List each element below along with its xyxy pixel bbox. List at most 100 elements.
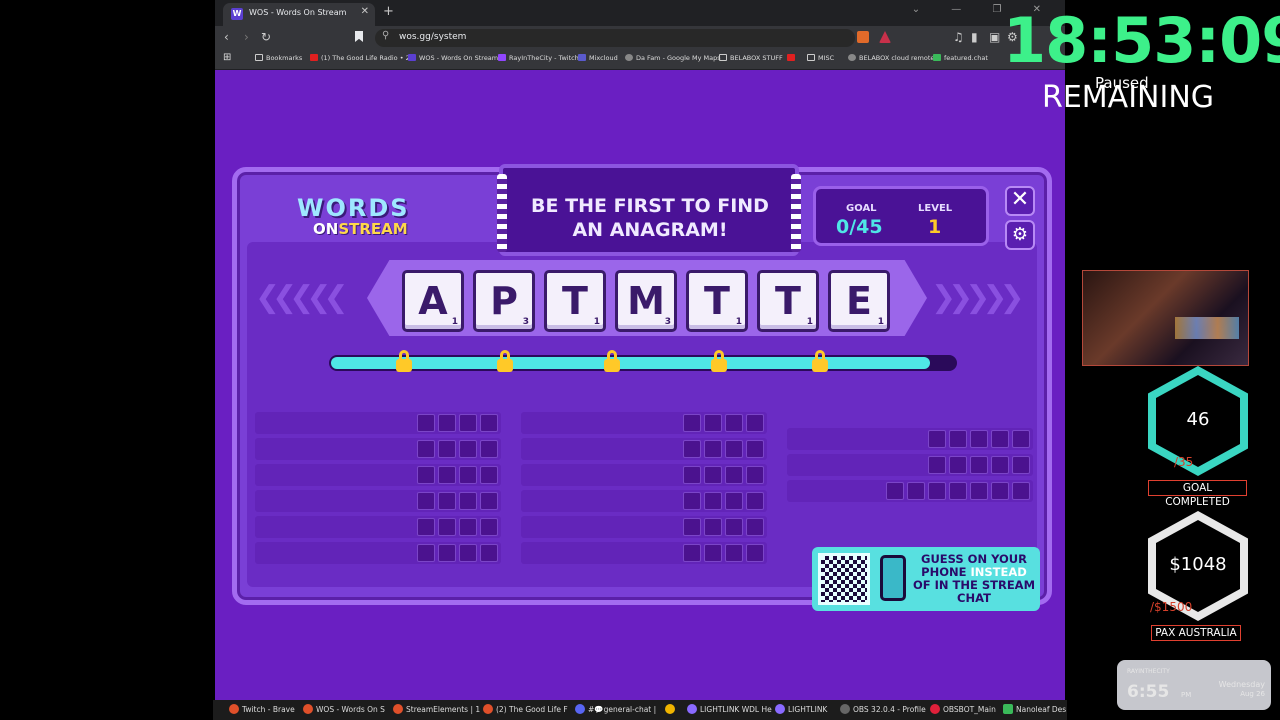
letter-box (480, 440, 498, 458)
letter-box (746, 466, 764, 484)
site-settings-icon[interactable]: ⚲ (382, 30, 400, 52)
letter-box (459, 518, 477, 536)
sub-goal-widget: 46 /35 (1148, 366, 1248, 476)
letter-box (1012, 430, 1030, 448)
wallet-icon[interactable]: ▣ (989, 30, 1000, 44)
tile-score: 3 (664, 317, 671, 327)
letter-box (704, 440, 722, 458)
taskbar-item[interactable]: Nanoleaf Des (1003, 704, 1066, 714)
bookmark-item[interactable]: featured.chat (933, 54, 988, 62)
word-slot (255, 438, 501, 460)
taskbar-item[interactable]: OBS 32.0.4 - Profile (840, 704, 926, 714)
letter-box (683, 466, 701, 484)
taskbar: Twitch - Brave WOS - Words On S StreamEl… (213, 700, 1067, 720)
letter-box (480, 492, 498, 510)
letter-box (949, 482, 967, 500)
letter-box (417, 414, 435, 432)
word-slot (521, 516, 767, 538)
letter-tile: M3 (615, 270, 677, 332)
taskbar-item[interactable]: #💬general-chat | (575, 704, 656, 714)
letter-box (704, 466, 722, 484)
level-progress-bar (329, 355, 957, 371)
webcam-feed (1082, 270, 1249, 366)
taskbar-item[interactable]: StreamElements | 1 (393, 704, 480, 714)
letter-box (683, 518, 701, 536)
chrome-icon[interactable] (665, 704, 678, 714)
bookmark-item[interactable]: Mixcloud (578, 54, 618, 62)
bookmark-item[interactable]: Da Fam - Google My Maps (625, 54, 721, 62)
word-slot (787, 480, 1033, 502)
word-slot (521, 490, 767, 512)
clock-time: 6:55 (1127, 682, 1170, 702)
taskbar-item[interactable]: WOS - Words On S (303, 704, 385, 714)
tab-close-icon[interactable]: ✕ (361, 6, 369, 17)
reload-icon[interactable]: ↻ (261, 30, 271, 44)
back-icon[interactable]: ‹ (224, 30, 229, 44)
address-bar[interactable]: ⚲ wos.gg/system (375, 29, 855, 47)
tab-wos[interactable]: W WOS - Words On Stream ✕ (223, 3, 375, 26)
taskbar-item[interactable]: (2) The Good Life F (483, 704, 568, 714)
taskbar-item[interactable]: Twitch - Brave (229, 704, 295, 714)
bookmark-item[interactable]: (1) The Good Life Radio • 2... (310, 54, 416, 62)
sidebar-icon[interactable]: ▮ (971, 30, 978, 44)
tab-bar: W WOS - Words On Stream ✕ + ⌄ — ❐ ✕ (215, 0, 1065, 26)
tile-score: 1 (877, 317, 884, 327)
letter-box (725, 466, 743, 484)
letter-box (991, 456, 1009, 474)
letter-box (928, 456, 946, 474)
words-on-stream-game: WORDS ONSTREAM BE THE FIRST TO FIND AN A… (232, 164, 1052, 611)
progress-fill (331, 357, 931, 369)
letter-box (417, 518, 435, 536)
word-slot (255, 542, 501, 564)
bookmark-item[interactable]: BELABOX cloud remote (848, 54, 934, 62)
taskbar-item[interactable]: OBSBOT_Main (930, 704, 996, 714)
letter-tile: A1 (402, 270, 464, 332)
level-value: 1 (928, 216, 942, 238)
new-tab-button[interactable]: + (383, 4, 394, 19)
bookmark-item[interactable]: RayInTheCity - Twitch (498, 54, 579, 62)
letter-box (949, 456, 967, 474)
letter-box (725, 518, 743, 536)
letter-box (417, 544, 435, 562)
level-label: LEVEL (918, 203, 953, 214)
apps-icon[interactable]: ⊞ (223, 52, 231, 63)
letter-box (438, 440, 456, 458)
lock-icon (603, 350, 621, 372)
qr-text: GUESS ON YOUR PHONE INSTEAD OF IN THE ST… (912, 552, 1036, 605)
letter-box (746, 492, 764, 510)
taskbar-item[interactable]: LIGHTLINK (775, 704, 827, 714)
letter-box (438, 414, 456, 432)
taskbar-item[interactable]: LIGHTLINK WDL He (687, 704, 772, 714)
sub-goal: /35 (1174, 455, 1194, 469)
letter-tile: E1 (828, 270, 890, 332)
word-slot (521, 412, 767, 434)
gear-icon[interactable]: ⚙ (1005, 220, 1035, 250)
letter-box (683, 414, 701, 432)
brave-shields-icon[interactable] (857, 31, 869, 43)
url-text: wos.gg/system (399, 32, 467, 42)
media-icon[interactable]: ♫ (953, 30, 964, 44)
letter-box (438, 518, 456, 536)
lock-icon (496, 350, 514, 372)
clock-day: Wednesday (1218, 680, 1265, 689)
close-icon[interactable]: ✕ (1005, 186, 1035, 216)
sub-count: 46 (1186, 409, 1210, 430)
letter-box (746, 518, 764, 536)
bookmark-item[interactable]: WOS - Words On Stream (408, 54, 498, 62)
letter-box (480, 544, 498, 562)
bookmark-folder[interactable]: Bookmarks (255, 54, 302, 62)
letter-box (459, 544, 477, 562)
letter-box (417, 492, 435, 510)
donation-goal: /$1500 (1150, 600, 1193, 614)
bookmark-folder[interactable]: BELABOX STUFF (719, 54, 783, 62)
clock-brand: RAYINTHECITY (1127, 668, 1170, 675)
forward-icon[interactable]: › (244, 30, 249, 44)
bookmark-icon[interactable] (355, 31, 363, 42)
bookmark-item[interactable] (787, 54, 798, 62)
clock-widget: RAYINTHECITY 6:55 PM Wednesday Aug 26 (1117, 660, 1271, 710)
brave-rewards-icon[interactable] (879, 31, 891, 43)
letter-box (438, 466, 456, 484)
word-slot (255, 490, 501, 512)
clock-ampm: PM (1181, 691, 1192, 699)
bookmark-folder[interactable]: MISC (807, 54, 834, 62)
